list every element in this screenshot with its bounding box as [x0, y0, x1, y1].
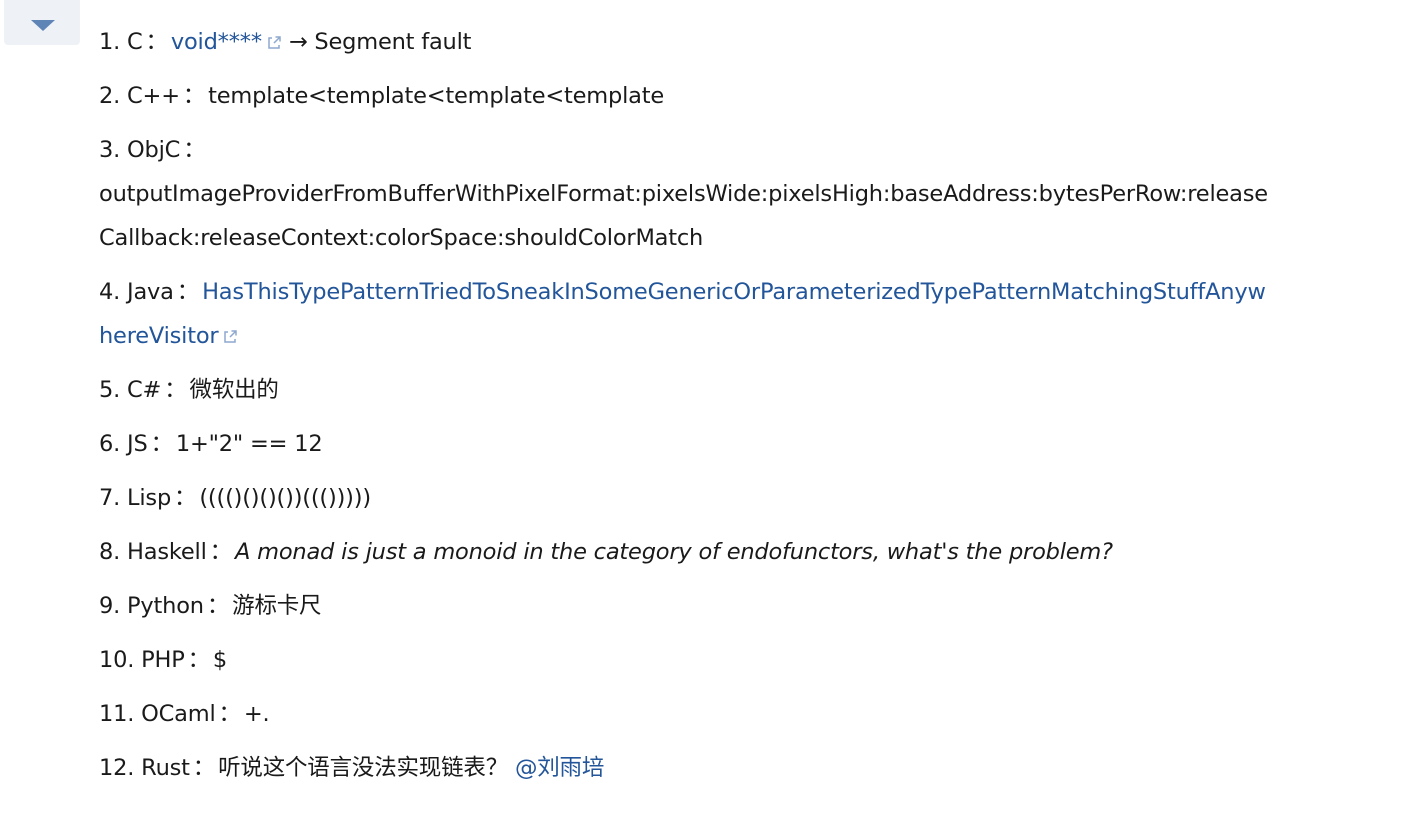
item-language: PHP	[141, 647, 185, 673]
item-language: Java	[127, 279, 174, 305]
item-number: 1.	[99, 29, 121, 55]
item-text: 1+"2" == 12	[175, 431, 323, 457]
item-separator: ：	[164, 377, 187, 403]
item-number: 7.	[99, 485, 121, 511]
item-language: Python	[127, 593, 204, 619]
item-separator: ：	[182, 83, 206, 109]
item-text: 游标卡尺	[232, 593, 322, 619]
item-number: 5.	[99, 377, 121, 403]
item-separator: ：	[150, 431, 174, 457]
external-link-icon	[268, 36, 281, 49]
item-number: 9.	[99, 593, 121, 619]
item-separator: ：	[192, 755, 216, 781]
list-item: 6. JS： 1+"2" == 12	[99, 422, 1274, 466]
list-item: 12. Rust：听说这个语言没法实现链表？ @刘雨培	[99, 746, 1274, 790]
item-language: Haskell	[127, 539, 207, 565]
list-item: 3. ObjC： outputImageProviderFromBufferWi…	[99, 128, 1274, 260]
java-visitor-link[interactable]: HasThisTypePatternTriedToSneakInSomeGene…	[99, 279, 1266, 349]
list-item: 5. C#：微软出的	[99, 368, 1274, 412]
list-item: 7. Lisp：(((()()()())((()))))	[99, 476, 1274, 520]
caret-down-icon	[31, 20, 55, 31]
item-text: outputImageProviderFromBufferWithPixelFo…	[99, 181, 1268, 251]
item-separator: ：	[187, 647, 211, 673]
void-pointer-link[interactable]: void****	[171, 29, 262, 55]
item-text: 听说这个语言没法实现链表？	[218, 755, 515, 781]
item-separator: ：	[145, 29, 169, 55]
item-separator: ：	[183, 137, 206, 163]
item-language: Lisp	[127, 485, 172, 511]
list-item: 8. Haskell： A monad is just a monoid in t…	[99, 530, 1274, 574]
list-item: 4. Java： HasThisTypePatternTriedToSneakIn…	[99, 270, 1274, 358]
item-text: +.	[243, 701, 270, 727]
list-item: 10. PHP： $	[99, 638, 1274, 682]
item-number: 2.	[99, 83, 121, 109]
item-language: JS	[127, 431, 148, 457]
item-text: → Segment fault	[281, 29, 472, 55]
list-item: 2. C++： template<template<template<templa…	[99, 74, 1274, 118]
item-text: A monad is just a monoid in the category…	[234, 539, 1113, 565]
item-number: 11.	[99, 701, 135, 727]
item-language: OCaml	[141, 701, 216, 727]
item-separator: ：	[218, 701, 242, 727]
item-number: 6.	[99, 431, 121, 457]
item-text: (((()()()())((()))))	[199, 485, 371, 511]
item-language: C++	[127, 83, 180, 109]
list-item: 9. Python：游标卡尺	[99, 584, 1274, 628]
item-separator: ：	[206, 593, 230, 619]
item-separator: ：	[209, 539, 233, 565]
language-list: 1. C： void**** → Segment fault 2. C++： tem…	[99, 20, 1274, 800]
item-number: 3.	[99, 137, 121, 163]
user-mention-link[interactable]: @刘雨培	[515, 755, 604, 781]
item-separator: ：	[176, 279, 200, 305]
item-text: 微软出的	[189, 377, 279, 403]
external-link-icon	[224, 330, 238, 343]
item-number: 12.	[99, 755, 135, 781]
item-separator: ：	[174, 485, 197, 511]
item-language: C	[127, 29, 143, 55]
list-item: 11. OCaml： +.	[99, 692, 1274, 736]
item-language: ObjC	[127, 137, 181, 163]
item-text: template<template<template<template	[208, 83, 665, 109]
item-number: 10.	[99, 647, 135, 673]
list-item: 1. C： void**** → Segment fault	[99, 20, 1274, 64]
item-number: 4.	[99, 279, 121, 305]
item-language: Rust	[141, 755, 190, 781]
item-text: $	[212, 647, 228, 673]
item-language: C#	[127, 377, 162, 403]
collapse-button[interactable]	[4, 0, 80, 45]
item-number: 8.	[99, 539, 121, 565]
